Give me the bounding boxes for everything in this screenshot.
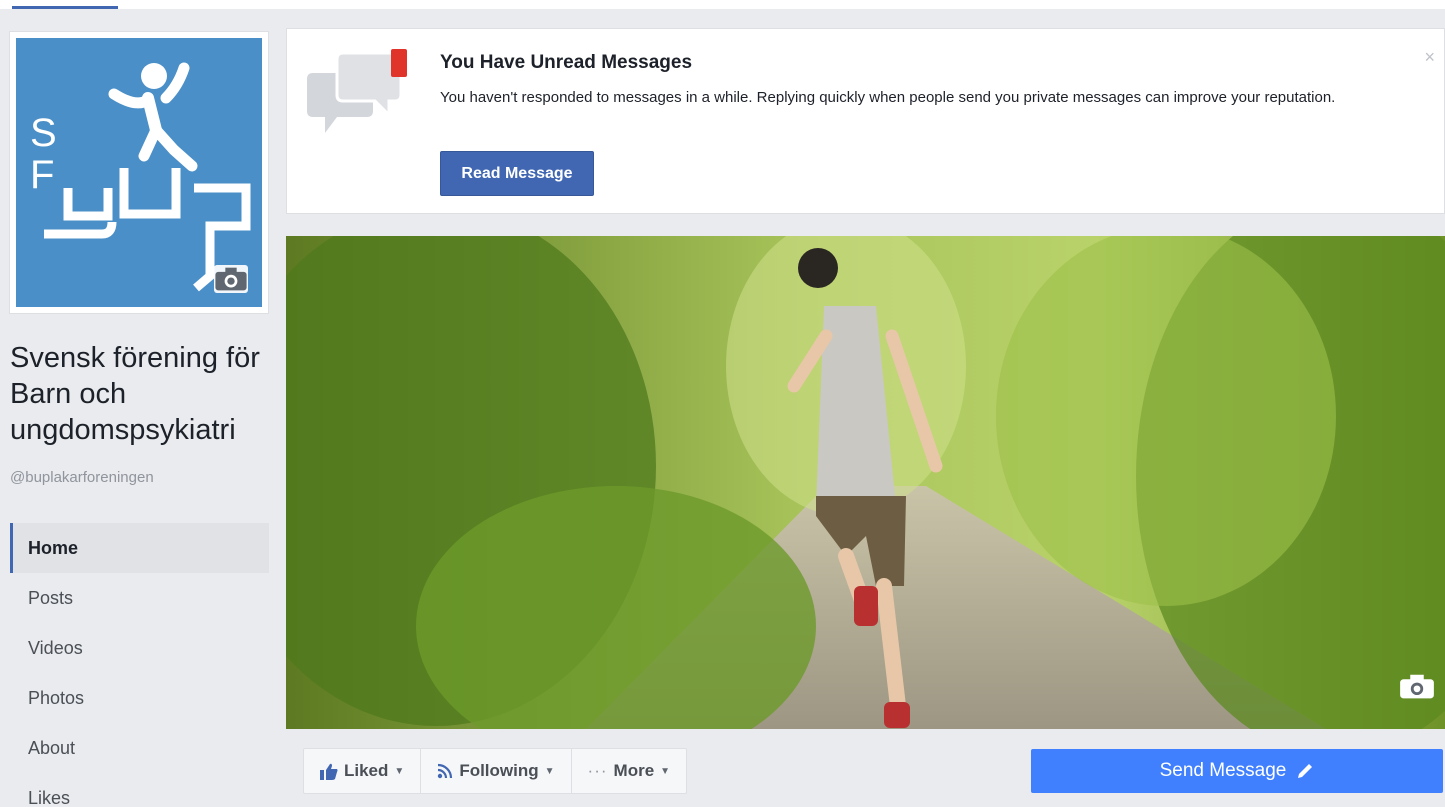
page-handle[interactable]: @buplakarforeningen — [10, 469, 154, 486]
page-action-buttons: Liked ▼ Following ▼ ··· More ▼ — [303, 748, 688, 794]
notice-text: You haven't responded to messages in a w… — [440, 89, 1336, 106]
svg-text:F: F — [30, 153, 54, 197]
rss-feed-icon — [438, 763, 453, 779]
thumbs-up-icon — [320, 763, 338, 780]
liked-label: Liked — [344, 761, 389, 780]
read-message-button[interactable]: Read Message — [440, 151, 594, 196]
chevron-down-icon: ▼ — [394, 765, 405, 777]
send-message-button[interactable]: Send Message — [1031, 749, 1443, 793]
side-nav-home[interactable]: Home — [10, 523, 269, 573]
cover-photo[interactable] — [286, 236, 1445, 729]
update-profile-photo-camera-icon[interactable] — [214, 265, 248, 293]
page-name: Svensk förening för Barn och ungdomspsyk… — [10, 342, 260, 446]
send-message-label: Send Message — [1159, 760, 1287, 781]
more-dots-icon: ··· — [587, 761, 608, 780]
chat-bubbles-icon — [303, 49, 409, 145]
chevron-down-icon: ▼ — [660, 765, 671, 777]
more-button[interactable]: ··· More ▼ — [572, 749, 687, 793]
profile-picture: S F — [16, 38, 262, 307]
pencil-icon — [1298, 764, 1313, 778]
notification-red-marker — [391, 49, 407, 77]
side-nav-likes[interactable]: Likes — [10, 773, 269, 807]
chevron-down-icon: ▼ — [544, 765, 555, 777]
unread-messages-notice: You Have Unread Messages You haven't res… — [286, 28, 1445, 214]
top-strip — [0, 0, 1445, 9]
following-label: Following — [459, 761, 539, 780]
svg-text:S: S — [30, 111, 57, 155]
more-label: More — [613, 761, 655, 780]
liked-button[interactable]: Liked ▼ — [304, 749, 422, 793]
side-nav-posts[interactable]: Posts — [10, 573, 269, 623]
following-button[interactable]: Following ▼ — [421, 749, 572, 793]
side-nav-videos[interactable]: Videos — [10, 623, 269, 673]
profile-picture-frame[interactable]: S F — [9, 31, 269, 314]
page-side-nav: Home Posts Videos Photos About Likes — [10, 523, 269, 807]
top-tab-indicator — [12, 0, 118, 9]
update-cover-camera-icon[interactable] — [1399, 671, 1435, 701]
notice-title: You Have Unread Messages — [440, 52, 693, 73]
cover-photo-image — [286, 236, 1445, 729]
side-nav-photos[interactable]: Photos — [10, 673, 269, 723]
side-nav-about[interactable]: About — [10, 723, 269, 773]
close-icon[interactable]: × — [1424, 47, 1435, 68]
